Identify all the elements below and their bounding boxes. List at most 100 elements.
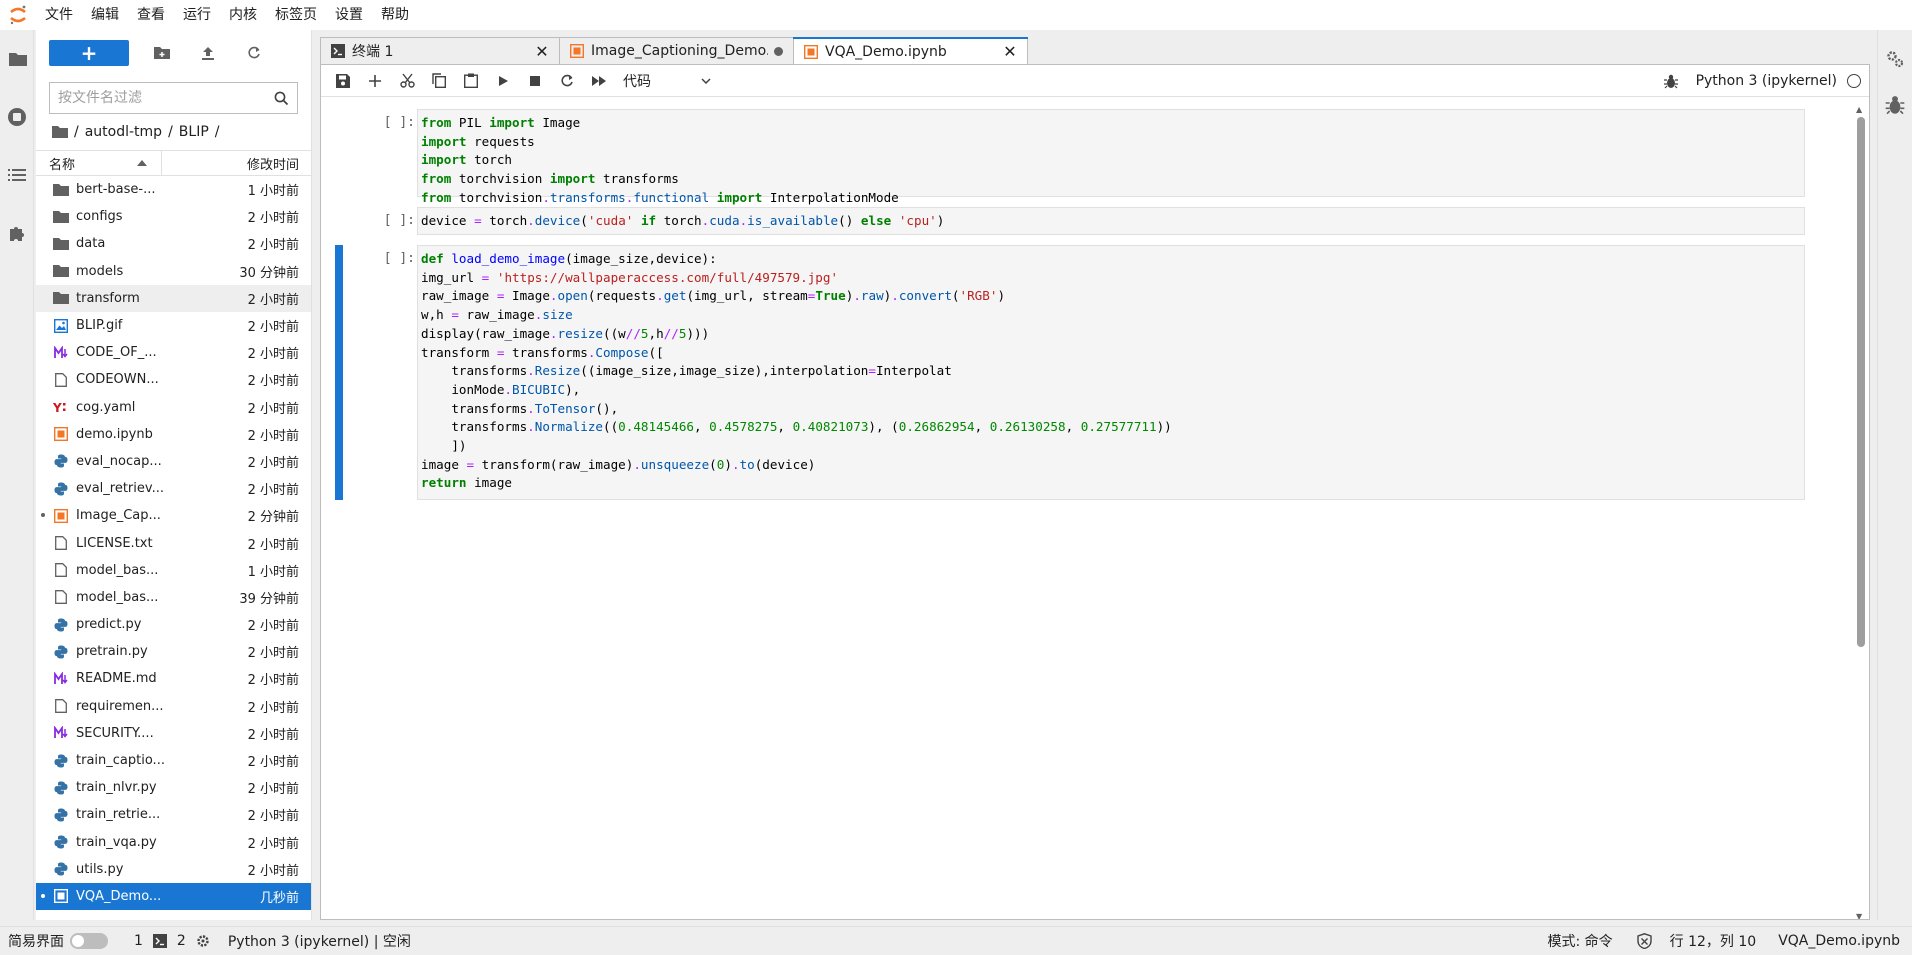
file-list-item[interactable]: bert-base-...1 小时前 [36, 176, 311, 203]
close-icon[interactable]: ✕ [1003, 45, 1017, 59]
menu-view[interactable]: 查看 [128, 0, 174, 30]
terminals-count: 1 [134, 933, 143, 949]
copy-button[interactable] [423, 69, 455, 93]
breadcrumb-autodl-tmp[interactable]: autodl-tmp [85, 124, 162, 140]
scroll-up-icon[interactable]: ▲ [1856, 105, 1862, 114]
cell-type-select[interactable]: 代码 [623, 70, 711, 92]
menu-edit[interactable]: 编辑 [82, 0, 128, 30]
file-list-item[interactable]: BLIP.gif2 小时前 [36, 312, 311, 339]
file-modified-time: 2 小时前 [166, 615, 311, 634]
file-list-item[interactable]: model_bas...39 分钟前 [36, 584, 311, 611]
file-list-item[interactable]: LICENSE.txt2 小时前 [36, 529, 311, 556]
file-list-item[interactable]: data2 小时前 [36, 230, 311, 257]
file-list-item[interactable]: train_captio...2 小时前 [36, 747, 311, 774]
cell-editor[interactable]: def load_demo_image(image_size,device): … [417, 245, 1805, 500]
cell-editor[interactable]: device = torch.device('cuda' if torch.cu… [417, 207, 1805, 235]
file-modified-time: 2 小时前 [166, 343, 311, 362]
breadcrumb-blip[interactable]: BLIP [179, 124, 209, 140]
debugger-tab[interactable] [1878, 76, 1912, 134]
file-list-item[interactable]: utils.py2 小时前 [36, 856, 311, 883]
file-list-item[interactable]: Ycog.yaml2 小时前 [36, 394, 311, 421]
cursor-position[interactable]: 行 12，列 10 [1660, 927, 1771, 955]
file-list-item[interactable]: predict.py2 小时前 [36, 611, 311, 638]
code-cell[interactable]: [ ]: from PIL import Image import reques… [335, 109, 1829, 197]
new-launcher-button[interactable]: + [49, 40, 129, 66]
scroll-down-icon[interactable]: ▼ [1856, 912, 1862, 919]
column-name-label: 名称 [49, 154, 75, 173]
running-sessions-tab[interactable] [0, 88, 34, 146]
tab-vqa-demo[interactable]: VQA_Demo.ipynb ✕ [793, 37, 1028, 65]
menu-file[interactable]: 文件 [36, 0, 82, 30]
debugger-icon[interactable] [1664, 74, 1678, 89]
file-list-item[interactable]: demo.ipynb2 小时前 [36, 421, 311, 448]
tab-bar: 终端 1 ✕ Image_Captioning_Demo.ipy VQA_Dem… [320, 37, 1027, 64]
kernel-status-item[interactable]: Python 3 (ipykernel) | 空闲 [218, 927, 419, 955]
file-list-item[interactable]: pretrain.py2 小时前 [36, 638, 311, 665]
paste-button[interactable] [455, 69, 487, 93]
file-name: predict.py [76, 617, 166, 632]
table-of-contents-tab[interactable] [0, 146, 34, 204]
file-name: LICENSE.txt [76, 536, 166, 551]
kernel-name-button[interactable]: Python 3 (ipykernel) [1696, 73, 1837, 89]
file-browser-tab[interactable] [0, 30, 34, 88]
file-list-item[interactable]: train_vqa.py2 小时前 [36, 829, 311, 856]
code-cell[interactable]: [ ]: device = torch.device('cuda' if tor… [335, 207, 1829, 235]
file-list-item[interactable]: eval_nocap...2 小时前 [36, 448, 311, 475]
file-list-item[interactable]: CODE_OF_...2 小时前 [36, 339, 311, 366]
file-list-item[interactable]: eval_retriev...2 小时前 [36, 475, 311, 502]
breadcrumb-sep: / [168, 124, 173, 140]
code-cell-active[interactable]: [ ]: def load_demo_image(image_size,devi… [335, 245, 1829, 500]
menu-settings[interactable]: 设置 [326, 0, 372, 30]
file-list-item[interactable]: README.md2 小时前 [36, 665, 311, 692]
menu-help[interactable]: 帮助 [372, 0, 418, 30]
simple-mode-toggle[interactable] [70, 933, 108, 949]
play-icon [497, 75, 509, 87]
file-modified-time: 2 小时前 [166, 860, 311, 879]
column-name[interactable]: 名称 [36, 150, 162, 176]
cell-collapser[interactable] [335, 245, 343, 500]
python-icon [53, 644, 69, 660]
save-button[interactable] [327, 69, 359, 93]
file-list-item[interactable]: models30 分钟前 [36, 258, 311, 285]
vertical-scrollbar[interactable]: ▲ ▼ [1857, 105, 1865, 915]
cell-editor[interactable]: from PIL import Image import requests im… [417, 109, 1805, 197]
menu-tabs[interactable]: 标签页 [266, 0, 326, 30]
file-list-item[interactable]: VQA_Demo...几秒前 [36, 883, 311, 910]
file-list-item[interactable]: Image_Cap...2 分钟前 [36, 502, 311, 529]
file-list-item[interactable]: transform2 小时前 [36, 285, 311, 312]
stop-circle-icon [7, 107, 27, 127]
menu-kernel[interactable]: 内核 [220, 0, 266, 30]
trust-indicator[interactable] [1629, 927, 1660, 955]
restart-run-all-button[interactable] [583, 69, 615, 93]
column-modified[interactable]: 修改时间 [162, 154, 311, 173]
extension-manager-tab[interactable] [0, 204, 34, 262]
folder-icon[interactable] [52, 125, 68, 139]
file-filter-input[interactable] [58, 90, 274, 106]
unsaved-indicator[interactable] [774, 47, 783, 56]
file-list-item[interactable]: train_nlvr.py2 小时前 [36, 774, 311, 801]
interrupt-kernel-button[interactable] [519, 69, 551, 93]
new-folder-button[interactable] [139, 40, 185, 66]
file-list-item[interactable]: requiremen...2 小时前 [36, 693, 311, 720]
file-modified-time: 2 小时前 [166, 778, 311, 797]
run-cell-button[interactable] [487, 69, 519, 93]
file-list-item[interactable]: train_retrie...2 小时前 [36, 801, 311, 828]
running-terminals[interactable]: 1 2 [116, 927, 218, 955]
upload-button[interactable] [185, 40, 231, 66]
cut-button[interactable] [391, 69, 423, 93]
refresh-button[interactable] [231, 40, 277, 66]
close-icon[interactable]: ✕ [535, 44, 549, 58]
mode-indicator[interactable]: 模式: 命令 [1540, 927, 1629, 955]
restart-kernel-button[interactable] [551, 69, 583, 93]
file-list-item[interactable]: SECURITY....2 小时前 [36, 720, 311, 747]
file-list-item[interactable]: CODEOWN...2 小时前 [36, 366, 311, 393]
tab-terminal-1[interactable]: 终端 1 ✕ [320, 37, 560, 64]
file-list-item[interactable]: configs2 小时前 [36, 203, 311, 230]
file-list-item[interactable]: model_bas...1 小时前 [36, 557, 311, 584]
scrollbar-thumb[interactable] [1857, 117, 1865, 647]
right-activity-bar [1877, 30, 1912, 920]
tab-image-captioning-demo[interactable]: Image_Captioning_Demo.ipy [559, 37, 794, 64]
file-modified-time: 1 小时前 [166, 180, 311, 199]
insert-cell-button[interactable] [359, 69, 391, 93]
menu-run[interactable]: 运行 [174, 0, 220, 30]
